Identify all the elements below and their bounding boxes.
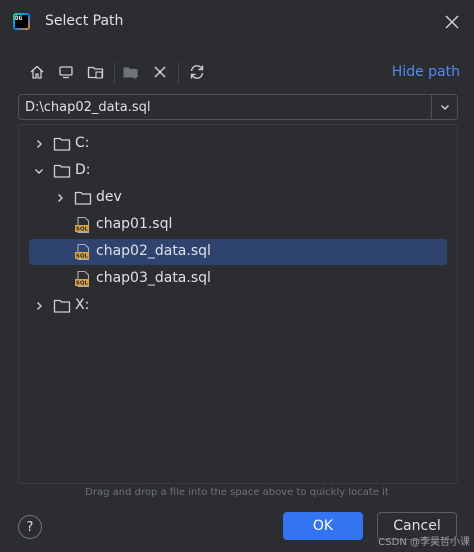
chevron-down-icon xyxy=(440,105,449,110)
watermark: CSDN @李昊哲小课 xyxy=(378,537,470,548)
close-button[interactable] xyxy=(442,12,462,32)
refresh-button[interactable] xyxy=(185,60,209,84)
refresh-icon xyxy=(190,65,204,79)
tree-item-x-drive[interactable]: X: xyxy=(29,293,447,319)
path-combobox xyxy=(18,94,458,120)
delete-button[interactable] xyxy=(148,60,172,84)
tree-item-label: X: xyxy=(75,297,90,313)
chevron-right-icon xyxy=(58,194,63,202)
sql-badge-text: SQL xyxy=(76,254,89,260)
tree-item-label: dev xyxy=(96,189,122,205)
tree-item-chap03-data-sql[interactable]: SQL chap03_data.sql xyxy=(29,266,447,292)
path-input[interactable] xyxy=(25,98,425,116)
desktop-icon xyxy=(59,66,73,79)
folder-icon xyxy=(53,164,71,178)
home-button[interactable] xyxy=(25,60,49,84)
tree-item-c-drive[interactable]: C: xyxy=(29,131,447,157)
tree-item-d-drive[interactable]: D: xyxy=(29,158,447,184)
sql-file-icon: SQL xyxy=(75,216,90,234)
tree-item-label: C: xyxy=(75,135,90,151)
tree-item-label: chap02_data.sql xyxy=(96,243,211,259)
sql-badge-text: SQL xyxy=(76,227,89,233)
new-folder-button[interactable] xyxy=(119,60,143,84)
tree-item-label: D: xyxy=(75,162,91,178)
sql-file-icon: SQL xyxy=(75,243,90,261)
help-button[interactable]: ? xyxy=(18,515,42,539)
hide-path-link[interactable]: Hide path xyxy=(392,64,460,80)
close-icon xyxy=(445,15,459,29)
logo-text: DG xyxy=(15,15,23,22)
datagrip-logo-icon: DG xyxy=(13,13,30,30)
tree-item-label: chap03_data.sql xyxy=(96,270,211,286)
chevron-right-icon xyxy=(37,302,42,310)
new-folder-icon xyxy=(123,67,138,79)
sql-file-icon: SQL xyxy=(75,270,90,288)
tree-item-dev[interactable]: dev xyxy=(29,185,447,211)
folder-icon xyxy=(53,137,71,151)
tree-item-chap02-data-sql[interactable]: SQL chap02_data.sql xyxy=(29,239,447,265)
delete-icon xyxy=(154,66,166,78)
desktop-button[interactable] xyxy=(54,60,78,84)
title-bar: DG Select Path xyxy=(0,0,474,44)
file-tree: C: D: dev SQL chap01.sql SQL chap02_data… xyxy=(18,124,458,484)
ok-button[interactable]: OK xyxy=(283,512,363,540)
dialog-title: Select Path xyxy=(45,13,124,29)
folder-icon xyxy=(74,191,92,205)
home-icon xyxy=(30,65,44,79)
chevron-down-icon xyxy=(35,169,43,174)
folder-icon xyxy=(53,299,71,313)
drag-drop-hint: Drag and drop a file into the space abov… xyxy=(85,487,389,498)
sql-badge-text: SQL xyxy=(76,281,89,287)
project-folder-button[interactable] xyxy=(84,60,108,84)
project-folder-icon xyxy=(87,66,104,79)
tree-item-label: chap01.sql xyxy=(96,216,173,232)
chevron-right-icon xyxy=(37,140,42,148)
toolbar: Hide path xyxy=(0,56,474,88)
tree-item-chap01-sql[interactable]: SQL chap01.sql xyxy=(29,212,447,238)
path-dropdown-button[interactable] xyxy=(431,95,457,119)
